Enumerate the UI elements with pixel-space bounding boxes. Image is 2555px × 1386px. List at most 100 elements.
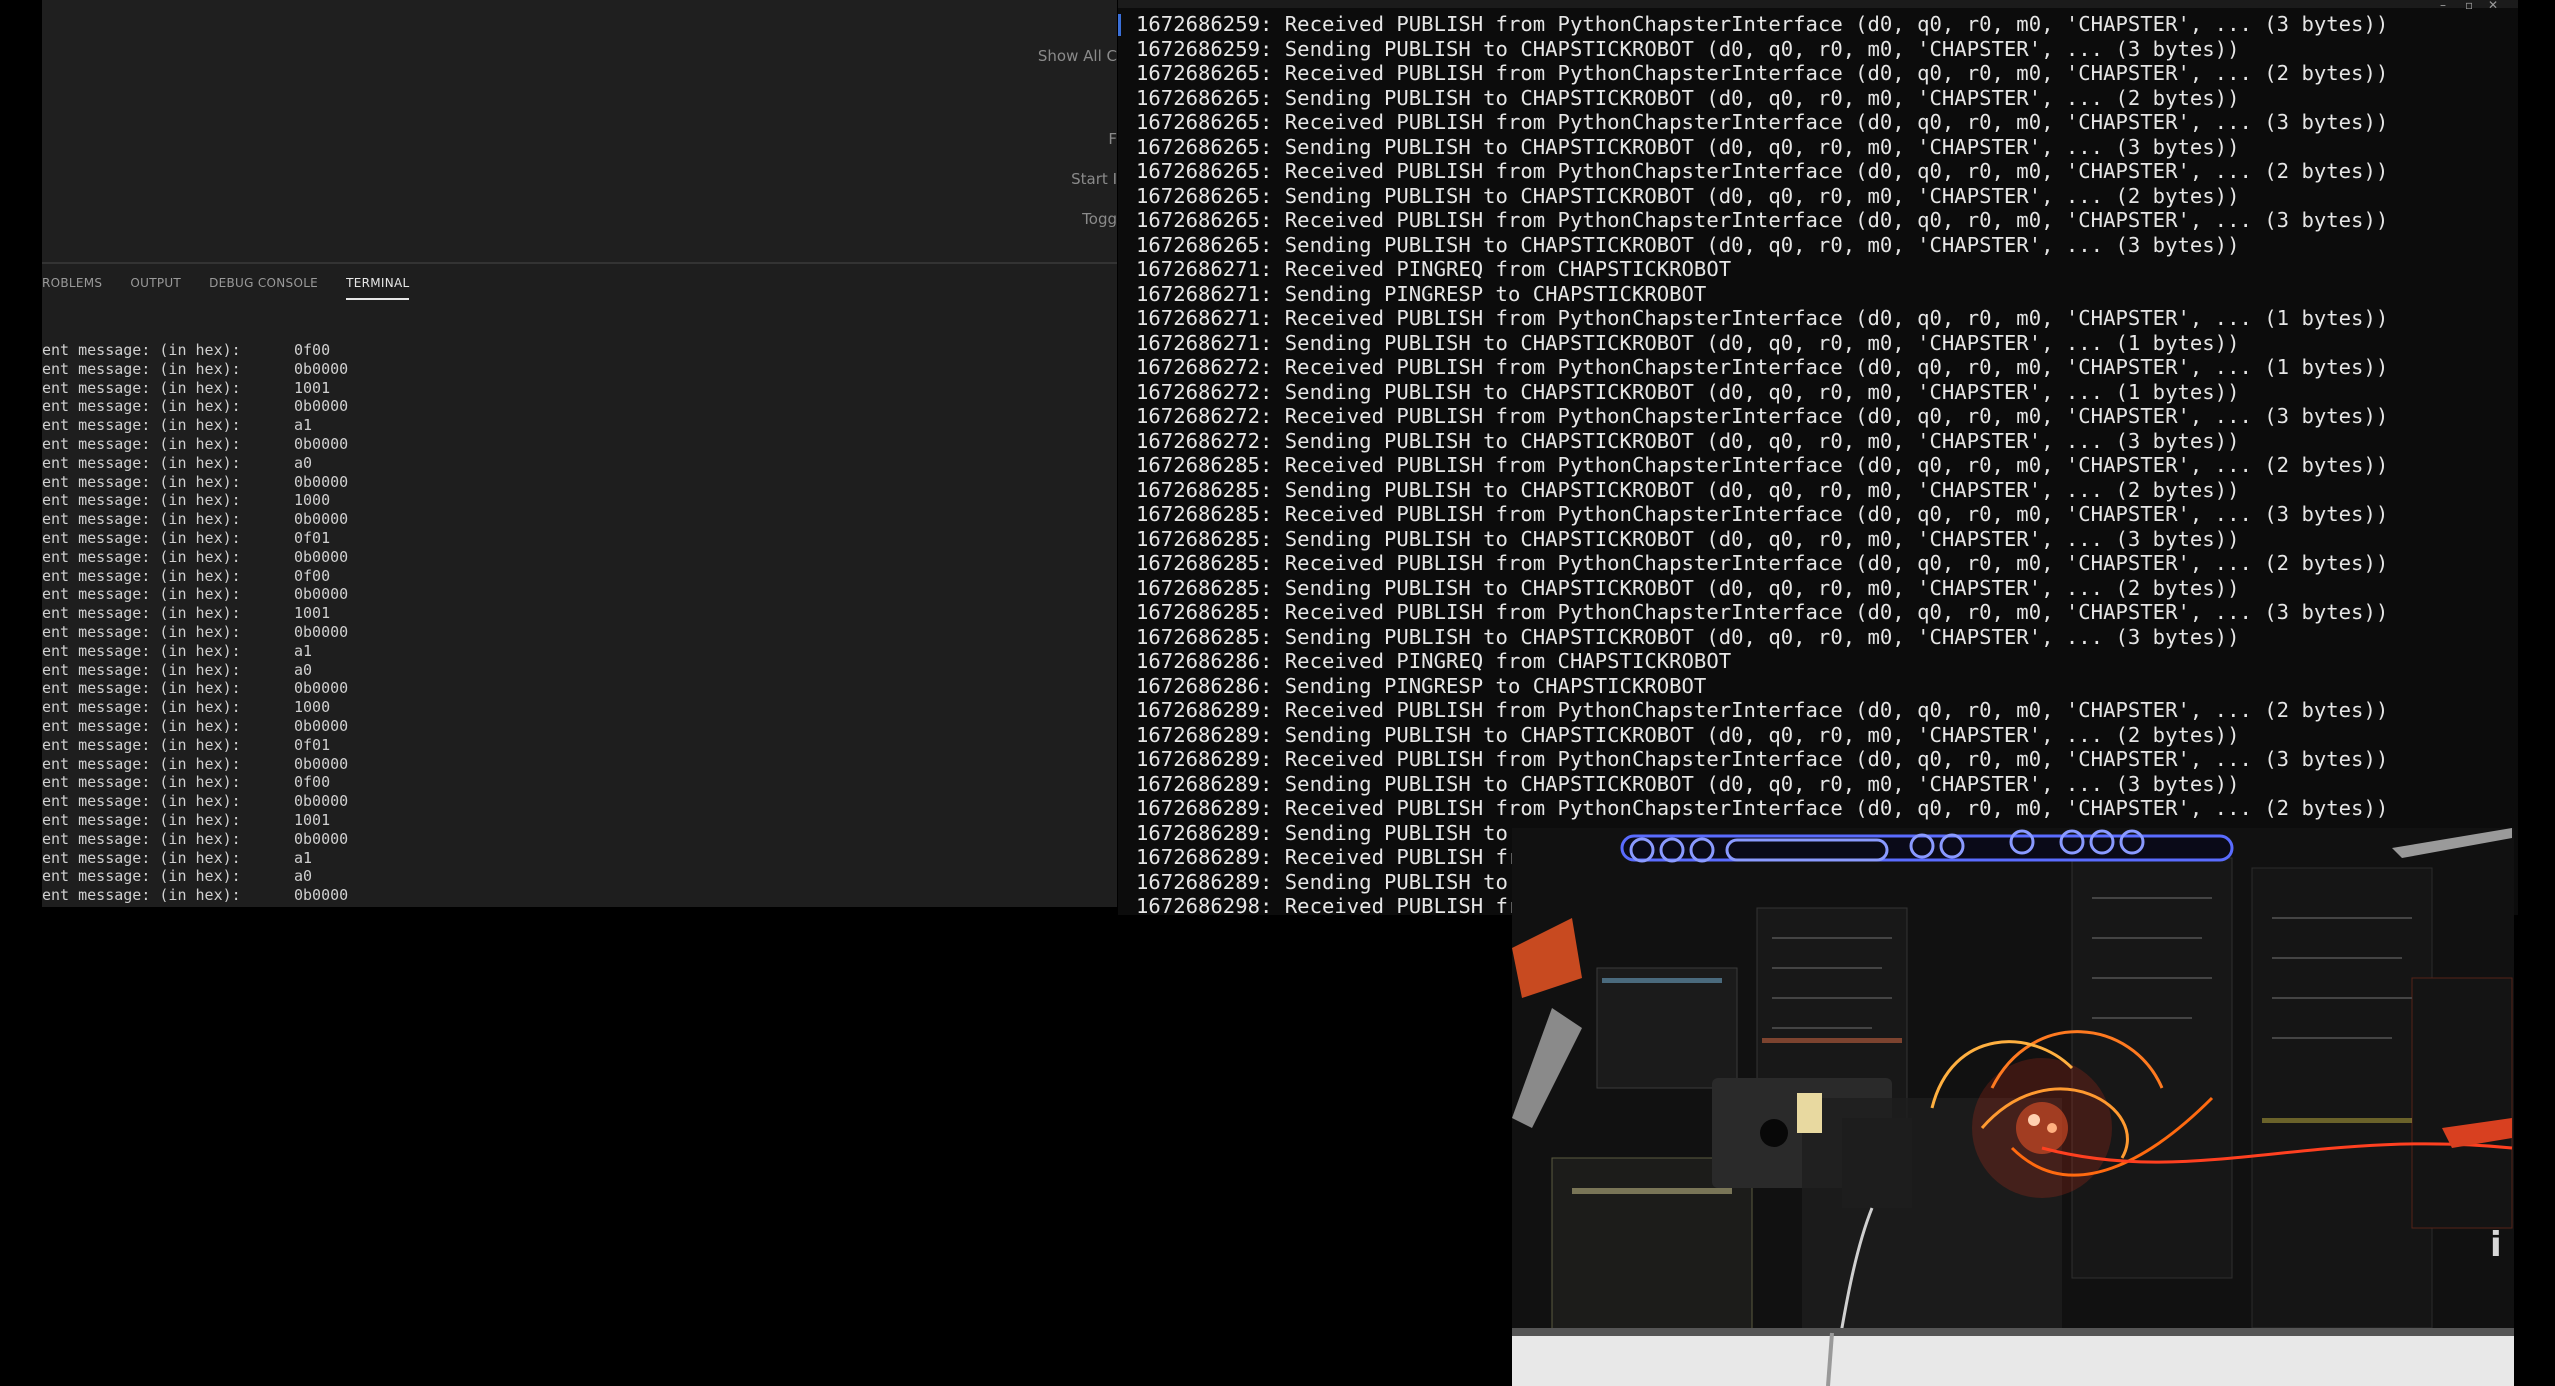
log-line: 1672686285: Received PUBLISH from Python…	[1136, 551, 2389, 575]
terminal-line-value: 0f00	[294, 773, 331, 792]
log-line: 1672686289: Sending PUBLISH to CHAPSTICK…	[1136, 771, 2240, 796]
terminal-line-value: 0b0000	[294, 754, 349, 773]
log-line: 1672686285: Received PUBLISH from Python…	[1136, 502, 2389, 526]
terminal-line-value: 0b0000	[294, 510, 349, 529]
terminal-line-prefix: ent message: (in hex):	[42, 472, 241, 491]
log-line: 1672686265: Received PUBLISH from Python…	[1136, 208, 2389, 232]
terminal-line: ent message: (in hex): 1000	[42, 698, 348, 717]
tab-problems[interactable]: ROBLEMS	[42, 270, 102, 300]
console-scroll-marker	[1118, 14, 1121, 36]
toggle-hint[interactable]: Togg	[1082, 210, 1117, 228]
terminal-line-prefix: ent message: (in hex):	[42, 359, 241, 378]
close-icon[interactable]: ✕	[2488, 0, 2498, 12]
terminal-line: ent message: (in hex): a1	[42, 642, 348, 661]
terminal-line-prefix: ent message: (in hex):	[42, 792, 241, 811]
terminal-line: ent message: (in hex): 0b0000	[42, 510, 348, 529]
start-hint[interactable]: Start I	[1071, 170, 1117, 188]
terminal-line-prefix: ent message: (in hex):	[42, 341, 241, 359]
terminal-line: ent message: (in hex): a1	[42, 849, 348, 868]
panel-divider[interactable]	[42, 262, 1117, 264]
terminal-line-prefix: ent message: (in hex):	[42, 660, 241, 679]
terminal-line: ent message: (in hex): 0f00	[42, 341, 348, 360]
terminal-line-prefix: ent message: (in hex):	[42, 434, 241, 453]
terminal-line: ent message: (in hex): 0b0000	[42, 473, 348, 492]
terminal-line-prefix: ent message: (in hex):	[42, 735, 241, 754]
terminal-line-prefix: ent message: (in hex):	[42, 829, 241, 848]
log-line: 1672686265: Sending PUBLISH to CHAPSTICK…	[1136, 232, 2240, 257]
terminal-line-prefix: ent message: (in hex):	[42, 566, 241, 585]
log-line: 1672686265: Received PUBLISH from Python…	[1136, 61, 2389, 85]
terminal-line-prefix: ent message: (in hex):	[42, 867, 241, 886]
terminal-line-value: 0f01	[294, 735, 331, 754]
log-line: 1672686272: Sending PUBLISH to CHAPSTICK…	[1136, 379, 2240, 404]
terminal-line: ent message: (in hex): a0	[42, 454, 348, 473]
terminal-line: ent message: (in hex): 0b0000	[42, 830, 348, 849]
tab-debug-console[interactable]: DEBUG CONSOLE	[209, 270, 318, 300]
terminal-line-prefix: ent message: (in hex):	[42, 585, 241, 604]
terminal-line-value: 0f01	[294, 528, 331, 547]
restore-icon[interactable]: ▫	[2465, 0, 2473, 12]
terminal-line-prefix: ent message: (in hex):	[42, 641, 241, 660]
terminal-line: ent message: (in hex): 1001	[42, 811, 348, 830]
terminal-line-value: a1	[294, 416, 313, 435]
terminal-line: ent message: (in hex): 0b0000	[42, 360, 348, 379]
log-line: 1672686285: Received PUBLISH from Python…	[1136, 453, 2389, 477]
terminal-line-value: 0b0000	[294, 716, 349, 735]
terminal-line-prefix: ent message: (in hex):	[42, 810, 241, 829]
terminal-line-prefix: ent message: (in hex):	[42, 453, 241, 472]
terminal-line-prefix: ent message: (in hex):	[42, 773, 241, 792]
terminal-line-value: 0b0000	[294, 792, 349, 811]
log-line: 1672686271: Received PINGREQ from CHAPST…	[1136, 257, 1732, 281]
terminal-line-prefix: ent message: (in hex):	[42, 716, 241, 735]
log-line: 1672686259: Sending PUBLISH to CHAPSTICK…	[1136, 36, 2240, 61]
log-line: 1672686272: Received PUBLISH from Python…	[1136, 355, 2389, 379]
terminal-line: ent message: (in hex): 1001	[42, 379, 348, 398]
broker-log[interactable]: 1672686259: Received PUBLISH from Python…	[1136, 12, 2388, 915]
log-line: 1672686285: Received PUBLISH from Python…	[1136, 600, 2389, 624]
log-line: 1672686285: Sending PUBLISH to CHAPSTICK…	[1136, 477, 2240, 502]
terminal-line-value: 1000	[294, 491, 331, 510]
terminal-line-value: 0f00	[294, 566, 331, 585]
tab-terminal[interactable]: TERMINAL	[346, 270, 410, 300]
terminal-line: ent message: (in hex): 0b0000	[42, 548, 348, 567]
terminal-line: ent message: (in hex): 0f01	[42, 736, 348, 755]
terminal-line: ent message: (in hex): 0b0000	[42, 679, 348, 698]
light-bar	[1620, 829, 2234, 863]
log-line: 1672686265: Sending PUBLISH to CHAPSTICK…	[1136, 134, 2240, 159]
terminal-line-value: 0b0000	[294, 397, 349, 416]
terminal-line-prefix: ent message: (in hex):	[42, 604, 241, 623]
log-line: 1672686286: Sending PINGRESP to CHAPSTIC…	[1136, 673, 1707, 698]
log-line: 1672686285: Sending PUBLISH to CHAPSTICK…	[1136, 624, 2240, 649]
show-all-commands-hint[interactable]: Show All C	[1038, 47, 1117, 65]
console-titlebar[interactable]	[1118, 0, 2518, 8]
terminal-line-prefix: ent message: (in hex):	[42, 547, 241, 566]
log-line: 1672686285: Sending PUBLISH to CHAPSTICK…	[1136, 575, 2240, 600]
terminal-line-prefix: ent message: (in hex):	[42, 397, 241, 416]
terminal-line-value: 1001	[294, 378, 331, 397]
terminal-line-value: 0b0000	[294, 585, 349, 604]
terminal-line: ent message: (in hex): a1	[42, 416, 348, 435]
terminal-line-value: a1	[294, 641, 313, 660]
log-line: 1672686289: Sending PUBLISH to CHAPSTICK…	[1136, 722, 2240, 747]
hint-f[interactable]: F	[1108, 130, 1117, 148]
log-line: 1672686272: Sending PUBLISH to CHAPSTICK…	[1136, 428, 2240, 453]
terminal-line: ent message: (in hex): 0f00	[42, 773, 348, 792]
terminal-line-prefix: ent message: (in hex):	[42, 679, 241, 698]
log-line: 1672686259: Received PUBLISH from Python…	[1136, 12, 2389, 36]
terminal-line: ent message: (in hex): 0b0000	[42, 435, 348, 454]
webcam-overlay	[1512, 828, 2514, 1386]
terminal-line-value: 1001	[294, 604, 331, 623]
terminal-output[interactable]: ent message: (in hex): 0f00 ent message: (…	[42, 341, 348, 905]
log-line: 1672686289: Received PUBLISH from Python…	[1136, 747, 2389, 771]
log-line: 1672686265: Received PUBLISH from Python…	[1136, 159, 2389, 183]
minimize-icon[interactable]: –	[2440, 0, 2446, 12]
log-line: 1672686271: Sending PINGRESP to CHAPSTIC…	[1136, 281, 1707, 306]
vscode-window: Show All C F Start I Togg ROBLEMS OUTPUT…	[42, 0, 1117, 907]
log-line: 1672686265: Received PUBLISH from Python…	[1136, 110, 2389, 134]
terminal-line-value: 0b0000	[294, 679, 349, 698]
terminal-line-value: a0	[294, 660, 313, 679]
tab-output[interactable]: OUTPUT	[130, 270, 181, 300]
terminal-line: ent message: (in hex): 1001	[42, 604, 348, 623]
terminal-line-prefix: ent message: (in hex):	[42, 528, 241, 547]
terminal-line-value: 0b0000	[294, 434, 349, 453]
